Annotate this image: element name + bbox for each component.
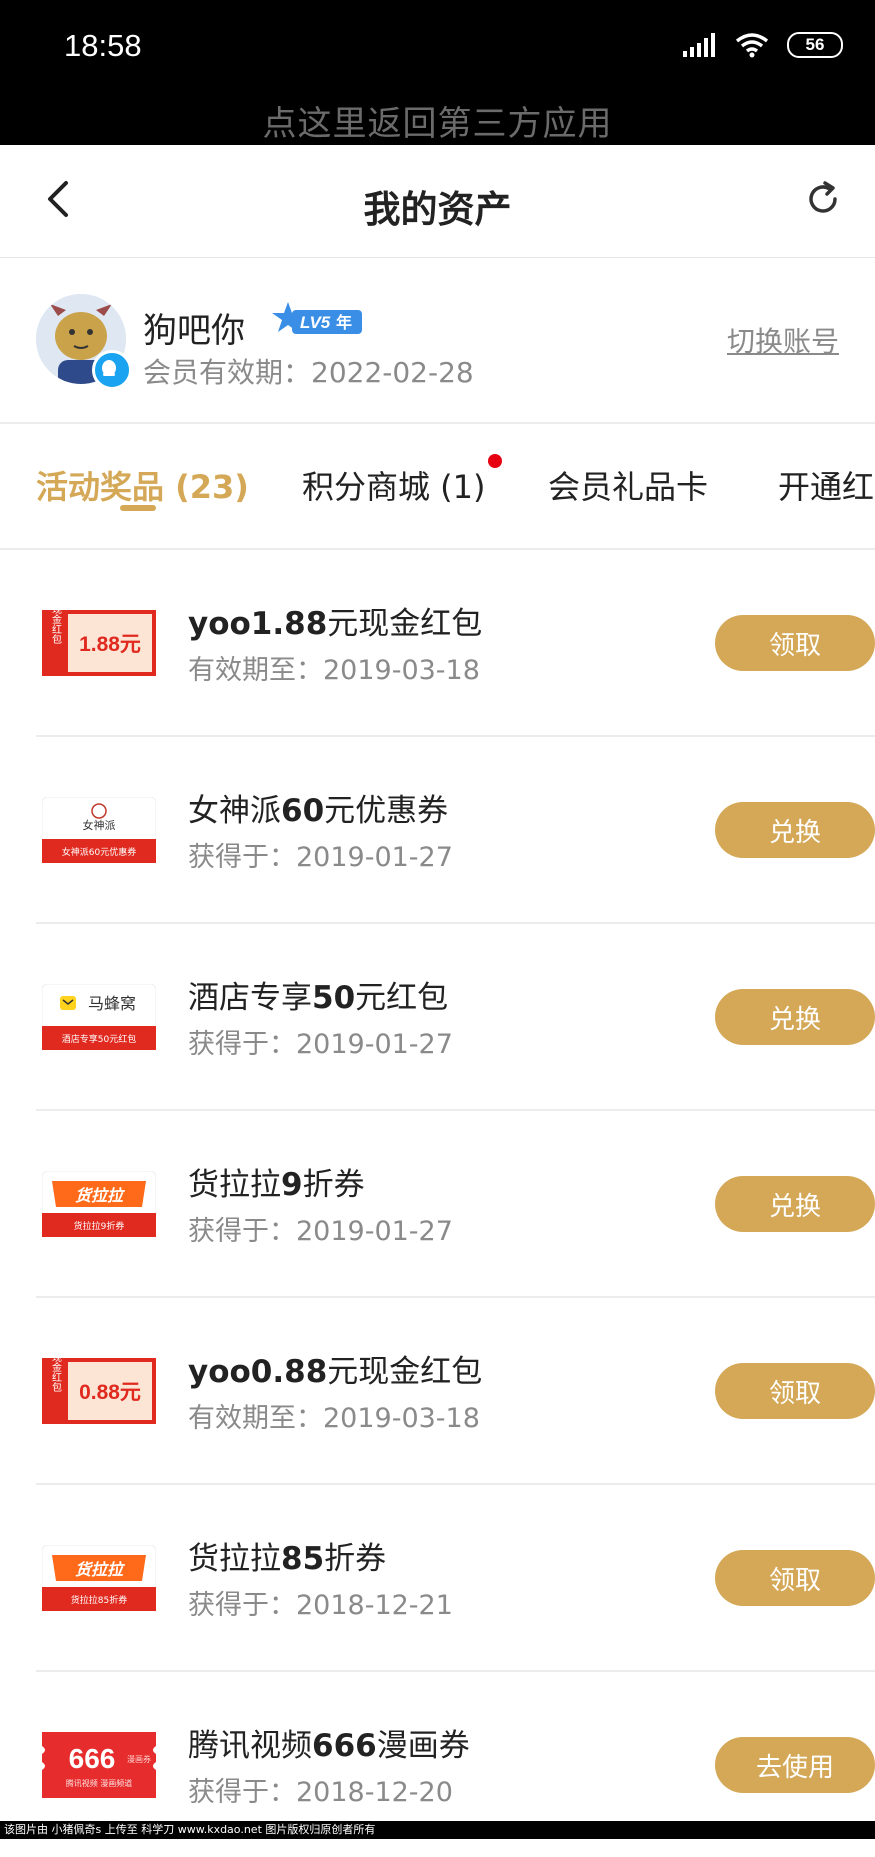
brand-logo-text: 货拉拉 [75, 1560, 126, 1579]
list-item[interactable]: 货拉拉 货拉拉9折券 货拉拉9折券 获得于：2019-01-27 兑换 [36, 1111, 875, 1298]
thumb-caption: 女神派60元优惠券 [62, 846, 136, 858]
item-date: 获得于：2019-01-27 [188, 1029, 453, 1060]
claim-button[interactable]: 领取 [715, 615, 875, 671]
huolala-coupon-icon: 货拉拉 货拉拉85折券 [42, 1545, 156, 1611]
brand-logo-text: 女神派 [83, 818, 116, 832]
prize-list: 现金红包 1.88元 yoo1.88元现金红包 有效期至：2019-03-18 … [0, 550, 875, 1857]
item-date: 有效期至：2019-03-18 [188, 655, 480, 686]
nav-bar: 我的资产 [0, 145, 875, 258]
item-title: 酒店专享50元红包 [188, 980, 449, 1016]
list-item[interactable]: 女神派 女神派60元优惠券 女神派60元优惠券 获得于：2019-01-27 兑… [36, 737, 875, 924]
qq-penguin-icon [92, 350, 132, 390]
item-date: 获得于：2018-12-21 [188, 1590, 453, 1621]
battery-icon: 56 [787, 32, 843, 58]
redeem-button[interactable]: 兑换 [715, 989, 875, 1045]
thumb-unit: 漫画券 [127, 1754, 151, 1764]
status-icons: 56 [683, 32, 843, 58]
use-button[interactable]: 去使用 [715, 1737, 875, 1793]
thumb-amount: 0.88元 [79, 1381, 141, 1404]
status-time: 18:58 [64, 28, 142, 63]
cash-redpacket-icon: 现金红包 0.88元 [42, 1358, 156, 1424]
list-item[interactable]: 马蜂窝 酒店专享50元红包 酒店专享50元红包 获得于：2019-01-27 兑… [36, 924, 875, 1111]
thumb-amount: 1.88元 [79, 633, 141, 656]
membership-expiry: 会员有效期：2022-02-28 [143, 356, 474, 389]
mafengwo-coupon-icon: 马蜂窝 酒店专享50元红包 [42, 984, 156, 1050]
page-title: 我的资产 [363, 188, 512, 231]
return-third-party-link[interactable]: 点这里返回第三方应用 [0, 96, 875, 145]
signal-icon [683, 33, 715, 57]
item-date: 获得于：2019-01-27 [188, 842, 453, 873]
vip-year-text: 年 [336, 313, 352, 332]
tencent-comic-coupon-icon: 666 漫画券 腾讯视频 漫画频道 [42, 1732, 156, 1798]
vip-level-text: LV5 [300, 313, 331, 332]
thumb-amount: 666 [69, 1743, 116, 1774]
claim-button[interactable]: 领取 [715, 1363, 875, 1419]
thumb-caption: 货拉拉9折券 [74, 1220, 125, 1232]
tab-activity-prizes[interactable]: 活动奖品 (23) [36, 462, 249, 508]
notification-dot [488, 454, 502, 468]
user-card: 狗吧你 LV5 年 会员有效期：2022-02-28 切换账号 [0, 258, 875, 424]
nvshenpai-coupon-icon: 女神派 女神派60元优惠券 [42, 797, 156, 863]
item-date: 获得于：2018-12-20 [188, 1777, 453, 1808]
item-title: 货拉拉9折券 [188, 1167, 365, 1203]
vip-level-badge: LV5 年 [272, 302, 362, 334]
list-item[interactable]: 现金红包 1.88元 yoo1.88元现金红包 有效期至：2019-03-18 … [36, 550, 875, 737]
thumb-side-text: 现金红包 [50, 610, 62, 644]
item-title: 女神派60元优惠券 [188, 793, 449, 829]
username: 狗吧你 [143, 311, 245, 351]
brand-logo-text: 马蜂窝 [88, 994, 136, 1013]
item-title: yoo0.88元现金红包 [188, 1354, 483, 1390]
switch-account-link[interactable]: 切换账号 [727, 320, 839, 360]
item-date: 有效期至：2019-03-18 [188, 1403, 480, 1434]
active-tab-indicator [120, 505, 156, 511]
thumb-caption: 腾讯视频 漫画频道 [66, 1778, 133, 1788]
thumb-caption: 货拉拉85折券 [71, 1594, 127, 1606]
tab-member-gift-card[interactable]: 会员礼品卡 [548, 462, 708, 508]
claim-button[interactable]: 领取 [715, 1550, 875, 1606]
tab-points-mall[interactable]: 积分商城 (1) [302, 462, 486, 508]
item-title: 腾讯视频666漫画券 [188, 1728, 470, 1764]
cash-redpacket-icon: 现金红包 1.88元 [42, 610, 156, 676]
thumb-side-text: 现金红包 [50, 1358, 62, 1392]
huolala-coupon-icon: 货拉拉 货拉拉9折券 [42, 1171, 156, 1237]
thumb-caption: 酒店专享50元红包 [62, 1033, 136, 1045]
tab-open[interactable]: 开通红 [778, 462, 874, 508]
brand-logo-text: 货拉拉 [75, 1186, 126, 1205]
list-item[interactable]: 货拉拉 货拉拉85折券 货拉拉85折券 获得于：2018-12-21 领取 [36, 1485, 875, 1672]
item-title: yoo1.88元现金红包 [188, 606, 483, 642]
list-item[interactable]: 现金红包 0.88元 yoo0.88元现金红包 有效期至：2019-03-18 … [36, 1298, 875, 1485]
watermark: 该图片由 小猪佩奇s 上传至 科学刀 www.kxdao.net 图片版权归原创… [0, 1821, 875, 1839]
item-date: 获得于：2019-01-27 [188, 1216, 453, 1247]
redeem-button[interactable]: 兑换 [715, 1176, 875, 1232]
refresh-icon[interactable] [803, 179, 843, 219]
tab-bar: 活动奖品 (23) 积分商城 (1) 会员礼品卡 开通红 [0, 424, 875, 550]
status-bar: 18:58 56 点这里返回第三方应用 [0, 0, 875, 145]
item-title: 货拉拉85折券 [188, 1541, 387, 1577]
wifi-icon [735, 33, 769, 58]
redeem-button[interactable]: 兑换 [715, 802, 875, 858]
